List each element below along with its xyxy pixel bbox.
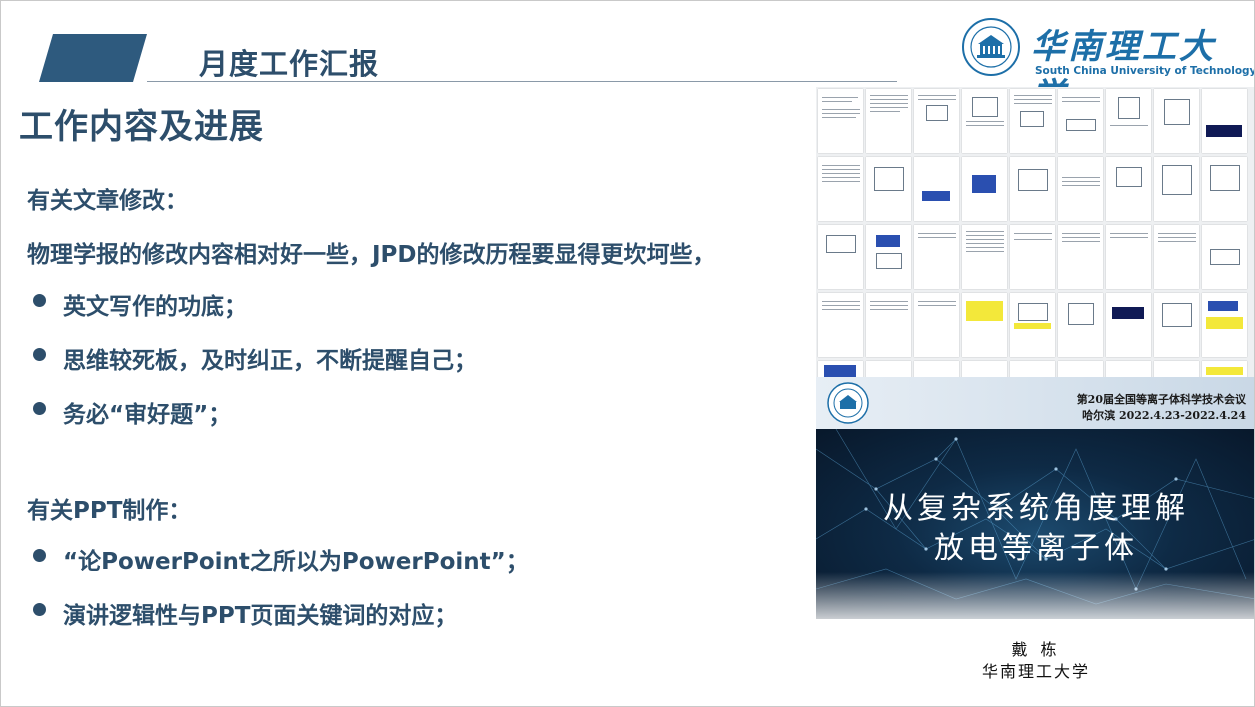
conference-name: 第20届全国等离子体科学技术会议 [1076, 393, 1246, 406]
page-thumbnail [818, 89, 863, 153]
page-thumbnail [1058, 225, 1103, 289]
page-thumbnail [1106, 361, 1151, 377]
header-divider [147, 81, 897, 82]
slide: 月度工作汇报 华南理工大学 South China University of … [0, 0, 1255, 707]
talk-title-line2: 放电等离子体 [934, 531, 1138, 566]
page-thumbnail [1106, 89, 1151, 153]
page-thumbnail [1154, 225, 1199, 289]
page-thumbnail [1154, 293, 1199, 357]
page-thumbnail [866, 89, 911, 153]
page-thumbnail [1010, 157, 1055, 221]
page-thumbnail [1154, 361, 1199, 377]
page-thumbnail [962, 89, 1007, 153]
page-thumbnail [1106, 157, 1151, 221]
bullet-dot [33, 294, 46, 307]
article-heading: 有关文章修改： [27, 188, 188, 214]
paper-pages-thumbnail-grid [816, 87, 1254, 377]
page-thumbnail [962, 293, 1007, 357]
page-thumbnail [866, 361, 911, 377]
page-thumbnail [1202, 293, 1247, 357]
page-thumbnail [962, 225, 1007, 289]
article-bullet-2: 思维较死板，及时纠正，不断提醒自己； [63, 348, 477, 374]
page-thumbnail [914, 157, 959, 221]
page-thumbnail [818, 293, 863, 357]
ppt-bullet-2: 演讲逻辑性与PPT页面关键词的对应； [63, 603, 458, 629]
header-accent-tab [39, 34, 147, 82]
bullet-dot [33, 603, 46, 616]
article-intro: 物理学报的修改内容相对好一些，JPD的修改历程要显得更坎坷些， [27, 242, 716, 268]
page-thumbnail [1010, 89, 1055, 153]
page-thumbnail [1106, 225, 1151, 289]
logo-english-name: South China University of Technology [1035, 65, 1255, 77]
page-thumbnail [1058, 89, 1103, 153]
page-thumbnail [1202, 89, 1247, 153]
page-thumbnail [962, 157, 1007, 221]
header-title: 月度工作汇报 [199, 47, 380, 81]
page-thumbnail [866, 293, 911, 357]
section-title: 工作内容及进展 [19, 107, 264, 147]
page-thumbnail [818, 225, 863, 289]
talk-institution: 华南理工大学 [981, 662, 1090, 681]
page-thumbnail [818, 157, 863, 221]
page-thumbnail [1058, 293, 1103, 357]
page-thumbnail [866, 225, 911, 289]
page-thumbnail [1202, 157, 1247, 221]
ppt-bullet-1: “论PowerPoint之所以为PowerPoint”； [63, 549, 529, 575]
page-thumbnail [866, 157, 911, 221]
ppt-heading: 有关PPT制作： [27, 498, 192, 524]
conference-slide-preview: 第20届全国等离子体科学技术会议 哈尔滨 2022.4.23-2022.4.24 [816, 377, 1254, 706]
university-seal-icon [827, 382, 869, 424]
bullet-dot [33, 549, 46, 562]
article-bullet-3: 务必“审好题”； [63, 402, 232, 428]
page-thumbnail [818, 361, 863, 377]
university-seal-icon [962, 18, 1020, 76]
bullet-dot [33, 402, 46, 415]
page-thumbnail [914, 89, 959, 153]
talk-author: 戴 栋 [1011, 640, 1061, 659]
page-thumbnail [1010, 361, 1055, 377]
hero-fade [816, 572, 1254, 632]
talk-title-line1: 从复杂系统角度理解 [883, 491, 1189, 526]
conference-location-date: 哈尔滨 2022.4.23-2022.4.24 [1082, 409, 1246, 422]
bullet-dot [33, 348, 46, 361]
page-thumbnail [1106, 293, 1151, 357]
page-thumbnail [1058, 361, 1103, 377]
page-thumbnail [914, 293, 959, 357]
university-logo: 华南理工大学 South China University of Technol… [961, 17, 1254, 116]
page-thumbnail [1202, 225, 1247, 289]
page-thumbnail [914, 361, 959, 377]
page-thumbnail [1010, 225, 1055, 289]
page-thumbnail [914, 225, 959, 289]
page-thumbnail [1058, 157, 1103, 221]
page-thumbnail [1010, 293, 1055, 357]
page-thumbnail [962, 361, 1007, 377]
article-bullet-1: 英文写作的功底； [63, 294, 247, 320]
page-thumbnail [1202, 361, 1247, 377]
page-thumbnail [1154, 157, 1199, 221]
page-thumbnail [1154, 89, 1199, 153]
